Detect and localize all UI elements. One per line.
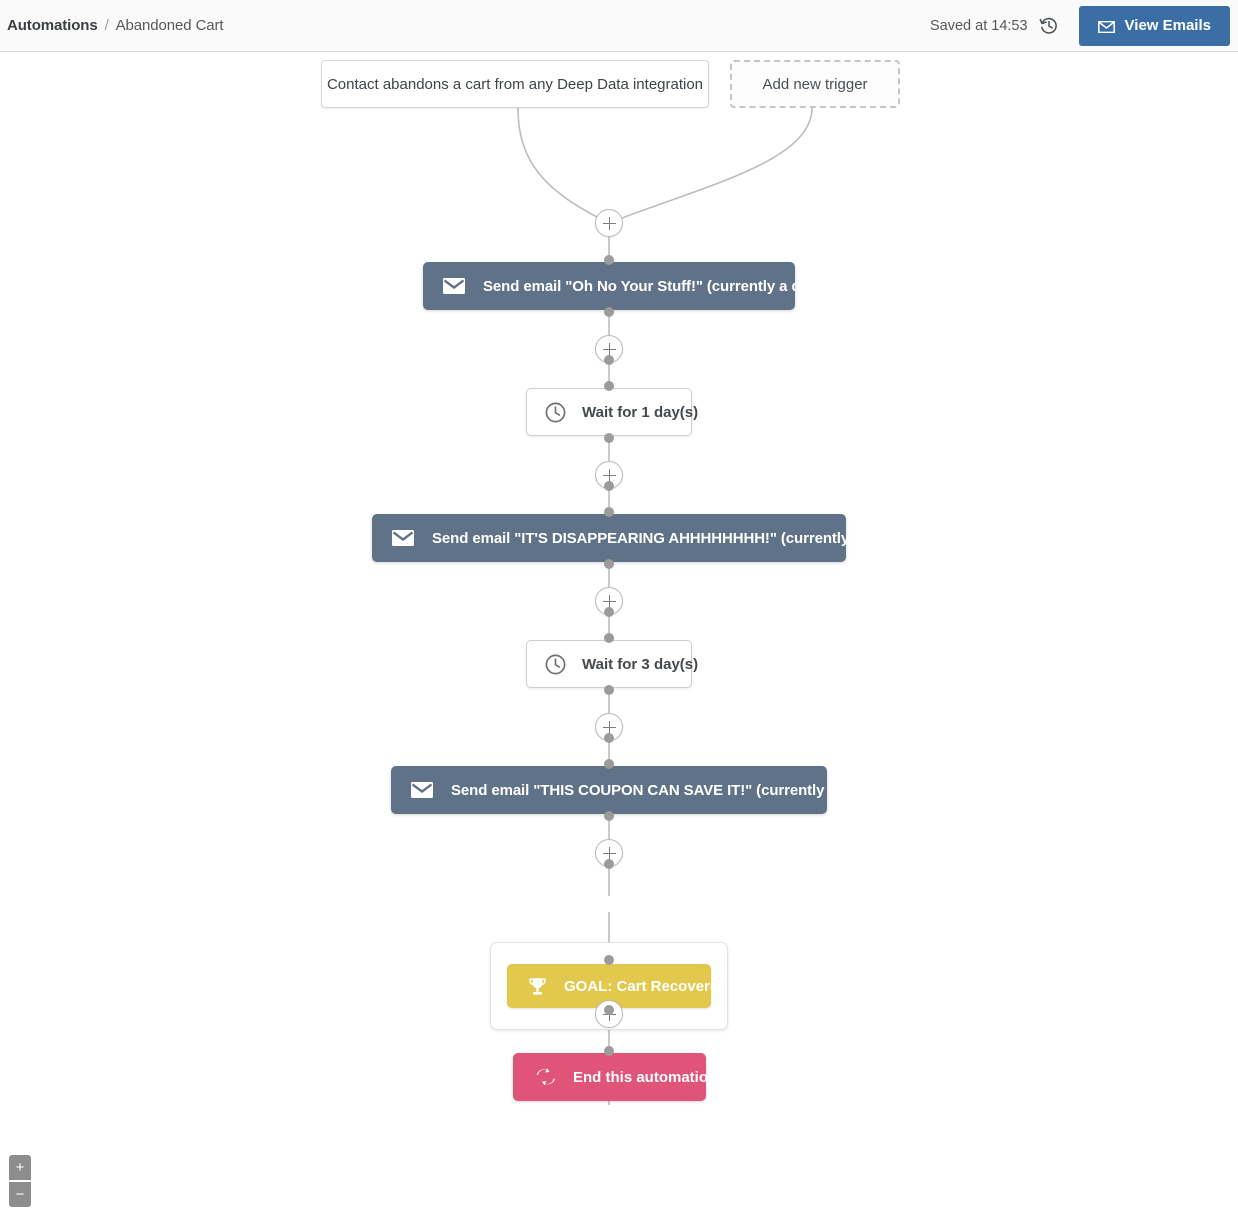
header-actions: Saved at 14:53 View Emails [929,5,1230,46]
connector-dot [604,859,614,869]
add-step-button-1[interactable] [595,209,623,237]
view-emails-label: View Emails [1124,17,1211,34]
connector-dot [604,255,614,265]
connector-dot [604,559,614,569]
envelope-icon [392,530,414,546]
step-node-email-1[interactable]: Send email "Oh No Your Stuff!" (currentl… [423,262,829,310]
breadcrumb-separator: / [104,17,109,34]
add-trigger-label: Add new trigger [762,75,868,93]
step-label: Send email "IT'S DISAPPEARING AHHHHHHHH!… [432,529,904,547]
connector-dot [604,307,614,317]
breadcrumb-current-page: Abandoned Cart [115,17,224,34]
connector-dot [604,355,614,365]
envelope-icon [411,782,433,798]
step-node-end-automation[interactable]: End this automation [513,1053,717,1101]
step-label: GOAL: Cart Recovered [564,977,728,995]
breadcrumb: Automations / Abandoned Cart [7,17,224,34]
connector-dot [604,481,614,491]
saved-status-text: Saved at 14:53 [929,17,1028,34]
automation-canvas[interactable]: Contact abandons a cart from any Deep Da… [0,52,1238,1217]
connector-dot [604,1046,614,1056]
zoom-out-button[interactable]: − [9,1182,31,1207]
breadcrumb-link-automations[interactable]: Automations [7,17,98,34]
zoom-controls: + − [9,1155,31,1207]
view-emails-button[interactable]: View Emails [1078,5,1230,46]
clock-icon [545,402,566,423]
step-label: Send email "Oh No Your Stuff!" (currentl… [483,277,830,295]
step-node-wait-2[interactable]: Wait for 3 day(s) [526,640,698,688]
connector-dot [604,685,614,695]
step-label: Send email "THIS COUPON CAN SAVE IT!" (c… [451,781,879,799]
step-node-wait-1[interactable]: Wait for 1 day(s) [526,388,698,436]
add-new-trigger-button[interactable]: Add new trigger [730,60,900,108]
step-node-email-2[interactable]: Send email "IT'S DISAPPEARING AHHHHHHHH!… [372,514,903,562]
connector-dot [604,607,614,617]
step-node-email-3[interactable]: Send email "THIS COUPON CAN SAVE IT!" (c… [391,766,879,814]
trigger-node-deep-data[interactable]: Contact abandons a cart from any Deep Da… [321,60,709,108]
connector-dot [604,733,614,743]
step-label: Wait for 1 day(s) [582,403,699,421]
connector-dot [604,507,614,517]
clock-icon [545,654,566,675]
step-label: Wait for 3 day(s) [582,655,699,673]
connector-dot [604,381,614,391]
connector-dot [604,955,614,965]
connector-dot [604,633,614,643]
trophy-icon [527,976,548,997]
envelope-icon [443,278,465,294]
connector-dot [604,759,614,769]
envelope-icon [1097,20,1115,33]
connector-dot [604,433,614,443]
trigger-label: Contact abandons a cart from any Deep Da… [326,75,704,93]
app-header: Automations / Abandoned Cart Saved at 14… [0,0,1238,52]
history-clock-icon[interactable] [1039,16,1059,36]
step-label: End this automation [573,1068,718,1086]
zoom-in-button[interactable]: + [9,1155,31,1180]
exchange-arrows-icon [535,1068,557,1086]
connector-dot [604,811,614,821]
connector-dot [604,1005,614,1015]
